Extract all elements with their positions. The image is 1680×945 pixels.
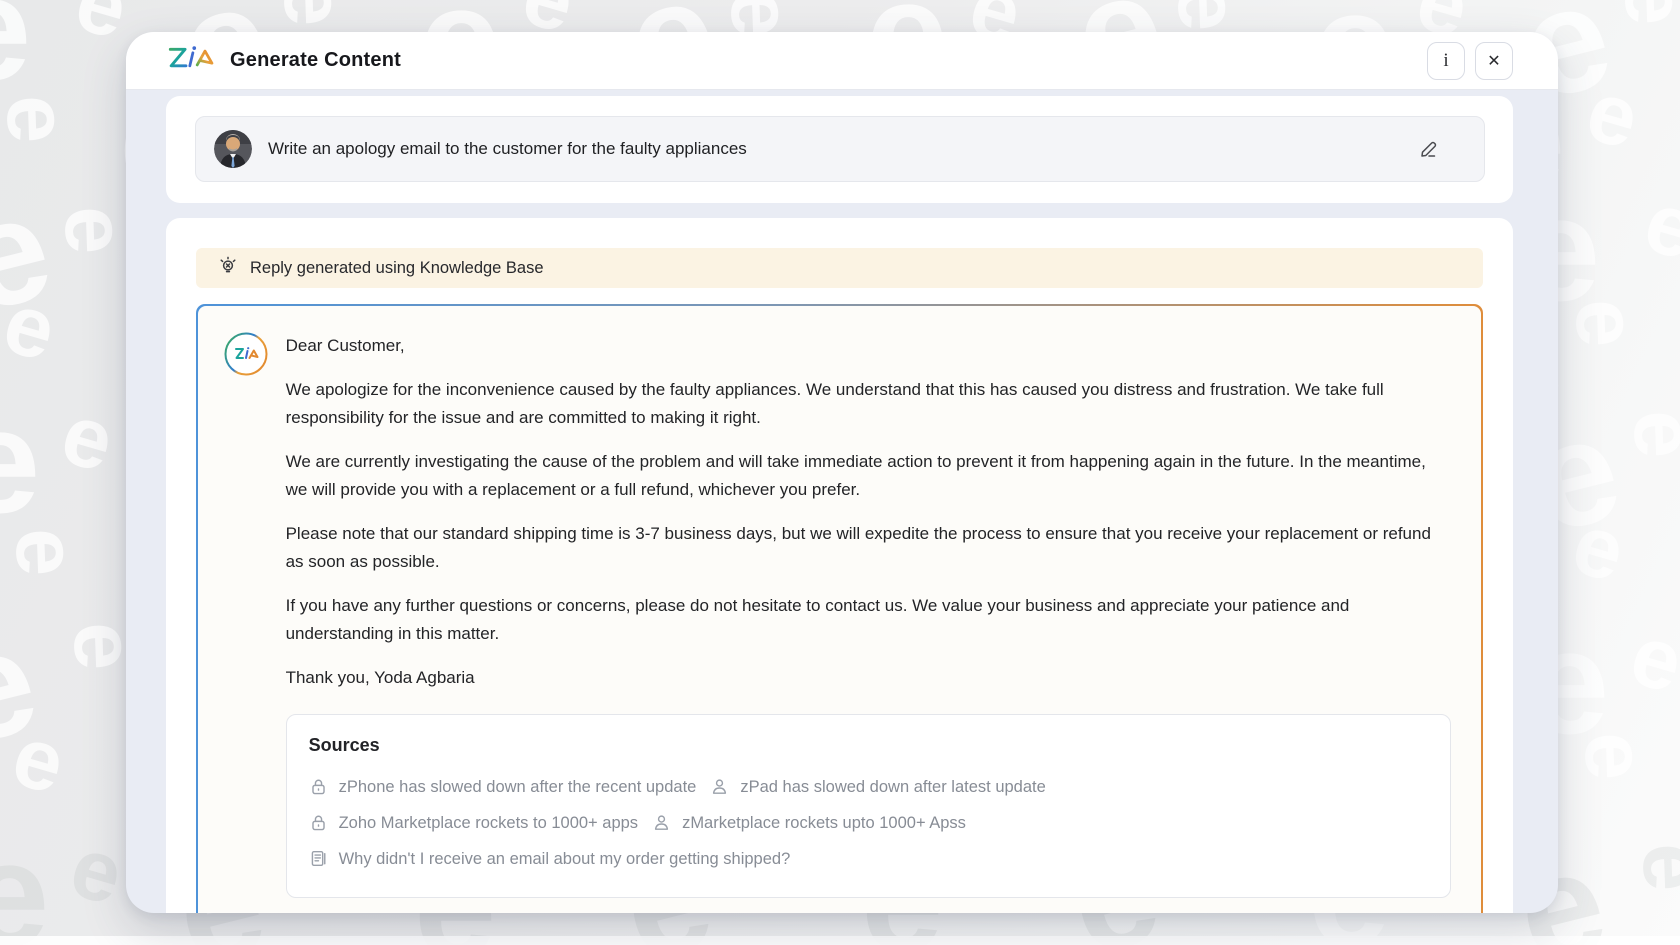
watermark-e-glyph: e bbox=[0, 94, 81, 145]
sources-list: zPhone has slowed down after the recent … bbox=[309, 769, 1427, 877]
source-item[interactable]: zMarketplace rockets upto 1000+ Apss bbox=[652, 809, 966, 837]
modal-header: Generate Content i ✕ bbox=[126, 32, 1558, 90]
message-paragraphs: We apologize for the inconvenience cause… bbox=[286, 376, 1452, 648]
watermark-e-glyph: e bbox=[1562, 298, 1650, 349]
message-paragraph: Please note that our standard shipping t… bbox=[286, 520, 1452, 576]
close-button[interactable]: ✕ bbox=[1475, 42, 1513, 80]
watermark-e-glyph: e bbox=[1622, 611, 1680, 707]
banner-text: Reply generated using Knowledge Base bbox=[250, 259, 544, 278]
message-column: Dear Customer, We apologize for the inco… bbox=[286, 332, 1452, 898]
watermark-e-glyph: e bbox=[1636, 178, 1680, 274]
watermark-e-glyph: e bbox=[270, 0, 358, 27]
source-item[interactable]: zPhone has slowed down after the recent … bbox=[309, 773, 697, 801]
source-item[interactable]: Zoho Marketplace rockets to 1000+ apps bbox=[309, 809, 638, 837]
watermark-e-glyph: e bbox=[1164, 0, 1252, 32]
page-title: Generate Content bbox=[230, 49, 401, 72]
watermark-e-glyph: e bbox=[2, 527, 90, 578]
source-row: Why didn't I receive an email about my o… bbox=[309, 841, 1427, 877]
prompt-card: Write an apology email to the customer f… bbox=[166, 96, 1513, 203]
watermark-e-glyph: e bbox=[0, 821, 49, 945]
watermark-e-glyph: e bbox=[1611, 0, 1680, 26]
generate-content-modal: Generate Content i ✕ bbox=[126, 32, 1558, 913]
watermark-e-glyph: e bbox=[0, 388, 40, 536]
person-icon bbox=[652, 813, 671, 832]
modal-body: Write an apology email to the customer f… bbox=[126, 90, 1558, 913]
source-text: Why didn't I receive an email about my o… bbox=[339, 845, 791, 873]
sources-box: Sources zPhone has slowed down after the… bbox=[286, 714, 1452, 898]
watermark-e-glyph: e bbox=[67, 0, 137, 53]
zia-logo-icon bbox=[166, 42, 218, 79]
message-signoff: Thank you, Yoda Agbaria bbox=[286, 664, 1452, 692]
message-paragraph: We apologize for the inconvenience cause… bbox=[286, 376, 1452, 432]
reply-content-box: Dear Customer, We apologize for the inco… bbox=[198, 306, 1482, 913]
source-text: zPad has slowed down after latest update bbox=[740, 773, 1045, 801]
bottom-highlight-strip bbox=[0, 936, 1680, 945]
watermark-e-glyph: e bbox=[0, 0, 31, 103]
user-avatar bbox=[214, 130, 252, 168]
person-icon bbox=[710, 777, 729, 796]
source-item[interactable]: Why didn't I receive an email about my o… bbox=[309, 845, 791, 873]
source-row: zPhone has slowed down after the recent … bbox=[309, 769, 1427, 805]
reply-card: Reply generated using Knowledge Base bbox=[166, 218, 1513, 913]
source-text: zPhone has slowed down after the recent … bbox=[339, 773, 697, 801]
watermark-e-glyph: e bbox=[1629, 842, 1680, 893]
watermark-e-glyph: e bbox=[53, 390, 123, 486]
prompt-row: Write an apology email to the customer f… bbox=[195, 116, 1485, 182]
message-paragraph: We are currently investigating the cause… bbox=[286, 448, 1452, 504]
zia-circle-icon bbox=[224, 332, 268, 376]
edit-pencil-icon[interactable] bbox=[1416, 136, 1442, 162]
knowledge-base-banner: Reply generated using Knowledge Base bbox=[196, 248, 1483, 288]
source-text: Zoho Marketplace rockets to 1000+ apps bbox=[339, 809, 638, 837]
watermark-e-glyph: e bbox=[1571, 731, 1659, 782]
watermark-e-glyph: e bbox=[1620, 409, 1680, 460]
message-salutation: Dear Customer, bbox=[286, 332, 1452, 360]
sources-title: Sources bbox=[309, 731, 1427, 759]
message-paragraph: If you have any further questions or con… bbox=[286, 592, 1452, 648]
lock-icon bbox=[309, 813, 328, 832]
bulb-idea-icon bbox=[218, 256, 238, 281]
prompt-text: Write an apology email to the customer f… bbox=[268, 139, 1416, 159]
source-row: Zoho Marketplace rockets to 1000+ apps zM… bbox=[309, 805, 1427, 841]
reply-gradient-border: Dear Customer, We apologize for the inco… bbox=[196, 304, 1483, 913]
document-icon bbox=[309, 849, 328, 868]
watermark-e-glyph: e bbox=[62, 823, 132, 919]
lock-icon bbox=[309, 777, 328, 796]
source-item[interactable]: zPad has slowed down after latest update bbox=[710, 773, 1045, 801]
source-text: zMarketplace rockets upto 1000+ Apss bbox=[682, 809, 966, 837]
info-button[interactable]: i bbox=[1427, 42, 1465, 80]
